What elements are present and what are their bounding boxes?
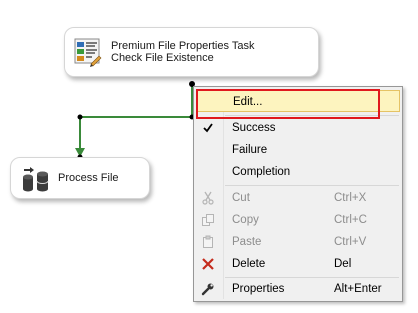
menu-item-properties[interactable]: Properties Alt+Enter [196, 278, 400, 300]
menu-item-failure[interactable]: Failure [196, 139, 400, 161]
premium-file-properties-task[interactable]: Premium File Properties Task Check File … [64, 27, 319, 77]
menu-separator [225, 115, 399, 116]
menu-item-copy[interactable]: Copy Ctrl+C [196, 209, 400, 231]
menu-item-label: Paste [232, 236, 262, 248]
menu-item-shortcut: Ctrl+C [334, 214, 367, 226]
delete-x-icon [200, 256, 216, 272]
menu-item-label: Edit... [233, 96, 263, 108]
data-flow-icon [23, 167, 49, 192]
control-flow-canvas[interactable]: Premium File Properties Task Check File … [0, 0, 418, 313]
menu-item-shortcut: Ctrl+X [334, 192, 367, 204]
menu-item-label: Failure [232, 144, 268, 156]
scissors-icon [200, 190, 216, 206]
process-file-task[interactable]: Process File [10, 157, 150, 199]
menu-item-delete[interactable]: Delete Del [196, 253, 400, 275]
copy-icon [200, 212, 216, 228]
paste-icon [200, 234, 216, 250]
menu-item-cut[interactable]: Cut Ctrl+X [196, 187, 400, 209]
menu-item-edit[interactable]: Edit... [196, 90, 400, 112]
menu-item-shortcut: Ctrl+V [334, 236, 367, 248]
menu-item-success[interactable]: Success [196, 117, 400, 139]
checkmark-icon [200, 120, 216, 136]
menu-item-shortcut: Alt+Enter [334, 283, 382, 295]
task-title: Premium File Properties Task [111, 40, 255, 52]
menu-separator [225, 185, 399, 186]
menu-item-label: Cut [232, 192, 250, 204]
menu-item-label: Delete [232, 258, 266, 270]
menu-item-label: Completion [232, 166, 291, 178]
menu-item-shortcut: Del [334, 258, 352, 270]
wrench-icon [200, 281, 216, 297]
task-subtitle: Check File Existence [111, 52, 214, 64]
menu-item-label: Properties [232, 283, 285, 295]
process-file-label: Process File [58, 172, 119, 184]
file-properties-icon [74, 38, 102, 67]
menu-item-label: Success [232, 122, 276, 134]
menu-item-label: Copy [232, 214, 259, 226]
menu-item-paste[interactable]: Paste Ctrl+V [196, 231, 400, 253]
context-menu: Edit... Success Failure Completion Cut C… [193, 86, 403, 302]
menu-item-completion[interactable]: Completion [196, 161, 400, 183]
